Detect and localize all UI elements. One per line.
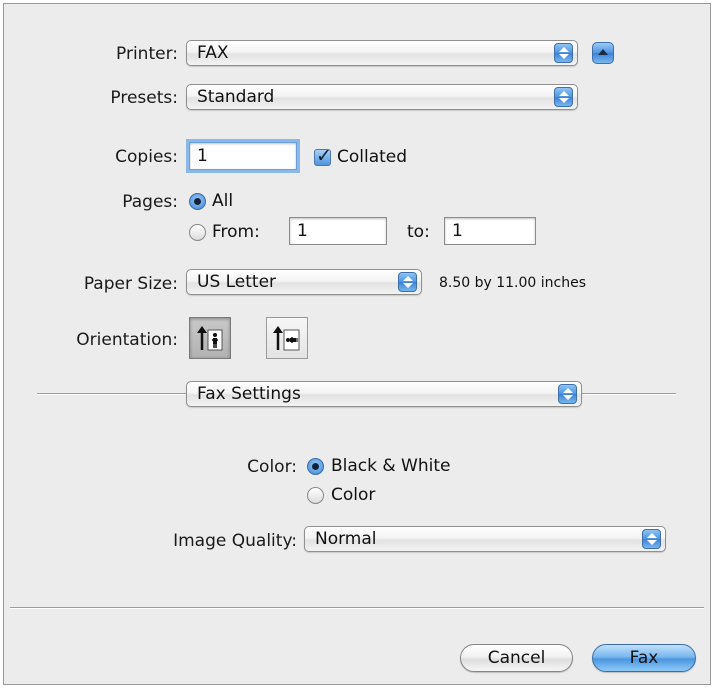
- color-color-label: Color: [331, 485, 376, 505]
- printer-popup[interactable]: FAX: [186, 40, 578, 66]
- presets-label: Presets:: [110, 88, 178, 108]
- popup-arrows-icon: [398, 272, 417, 292]
- color-color-radio[interactable]: [307, 487, 324, 504]
- popup-arrows-icon: [558, 384, 577, 404]
- section-value: Fax Settings: [197, 384, 301, 404]
- paper-size-label: Paper Size:: [83, 274, 178, 294]
- copies-label: Copies:: [115, 147, 178, 167]
- printer-value: FAX: [197, 43, 229, 63]
- print-dialog: Printer: FAX Presets: Standard Copies: 1…: [3, 3, 711, 685]
- pages-from-radio[interactable]: [189, 224, 206, 241]
- pages-from-label: From:: [212, 222, 260, 242]
- image-quality-popup[interactable]: Normal: [304, 526, 666, 552]
- paper-size-popup[interactable]: US Letter: [186, 269, 422, 295]
- landscape-icon: [273, 326, 300, 351]
- paper-size-value: US Letter: [197, 272, 277, 292]
- section-popup[interactable]: Fax Settings: [186, 381, 582, 407]
- popup-arrows-icon: [554, 87, 573, 107]
- popup-arrows-icon: [642, 529, 661, 549]
- bottom-divider-hl: [10, 608, 704, 609]
- pages-from-field[interactable]: 1: [289, 217, 387, 245]
- image-quality-label: Image Quality:: [173, 531, 297, 551]
- pages-label: Pages:: [122, 192, 178, 212]
- orientation-label: Orientation:: [76, 330, 178, 350]
- collapse-up-arrow-icon[interactable]: [592, 42, 614, 64]
- printer-label: Printer:: [116, 44, 178, 64]
- pages-all-radio[interactable]: [189, 193, 206, 210]
- pages-all-label: All: [212, 191, 234, 211]
- copies-field[interactable]: 1: [189, 142, 297, 170]
- cancel-button[interactable]: Cancel: [460, 644, 573, 672]
- collated-checkbox[interactable]: [314, 145, 332, 167]
- orientation-landscape-button[interactable]: [266, 317, 308, 359]
- image-quality-value: Normal: [315, 529, 377, 549]
- pages-to-field[interactable]: 1: [444, 217, 536, 245]
- presets-popup[interactable]: Standard: [186, 84, 578, 110]
- presets-value: Standard: [197, 87, 275, 107]
- portrait-icon: [197, 326, 223, 351]
- color-bw-label: Black & White: [331, 456, 451, 476]
- popup-arrows-icon: [554, 43, 573, 63]
- section-divider-left-hl: [37, 394, 187, 395]
- paper-dimensions: 8.50 by 11.00 inches: [439, 275, 587, 291]
- section-divider-right-hl: [582, 394, 676, 395]
- pages-to-label: to:: [407, 222, 430, 242]
- collated-label: Collated: [337, 147, 408, 167]
- fax-button[interactable]: Fax: [592, 644, 696, 672]
- color-bw-radio[interactable]: [307, 458, 324, 475]
- orientation-portrait-button[interactable]: [189, 317, 231, 359]
- color-label: Color:: [247, 457, 297, 477]
